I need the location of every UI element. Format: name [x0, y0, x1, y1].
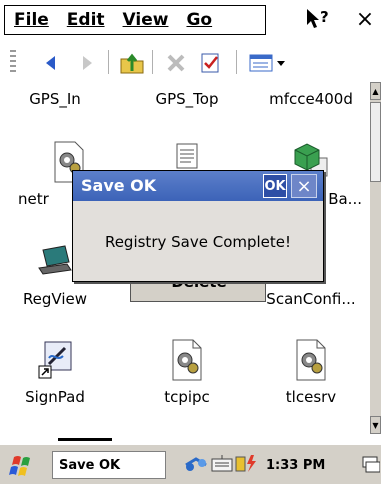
system-tray: 1:33 PM — [184, 451, 360, 479]
signpad-shortcut-icon — [35, 338, 75, 382]
battery-icon[interactable] — [234, 453, 258, 477]
file-name: mfcce400d — [269, 90, 353, 108]
back-icon[interactable] — [38, 49, 66, 77]
desktop-windows-icon[interactable] — [362, 453, 381, 477]
menu-file[interactable]: File — [5, 10, 58, 30]
dialog-title-bar[interactable]: Save OK OK × — [73, 171, 323, 201]
delete-button-label: Delete — [171, 282, 227, 291]
menu-view[interactable]: View — [114, 10, 178, 30]
divider-line — [58, 438, 112, 441]
scrollbar-thumb[interactable] — [370, 102, 381, 182]
close-button[interactable]: × — [350, 4, 380, 34]
help-pointer-icon[interactable]: ? — [300, 4, 336, 34]
file-item[interactable]: GPS_In — [0, 90, 110, 108]
dialog-close-button[interactable]: × — [291, 174, 317, 198]
dialog-title: Save OK — [81, 176, 157, 195]
scroll-down-arrow-icon[interactable]: ▼ — [370, 416, 381, 434]
up-folder-icon[interactable] — [118, 49, 146, 77]
connection-icon[interactable] — [184, 453, 210, 477]
toolbar-grip[interactable] — [10, 50, 16, 74]
file-name: ScanConfi... — [266, 290, 356, 308]
file-item[interactable]: GPS_Top — [132, 90, 242, 108]
menu-edit[interactable]: Edit — [58, 10, 114, 30]
menu-go[interactable]: Go — [177, 10, 221, 30]
scroll-up-arrow-icon[interactable]: ▲ — [370, 82, 381, 100]
file-item[interactable]: tlcesrv — [256, 338, 366, 406]
delete-button-partial[interactable]: Delete — [130, 282, 266, 302]
toolbar-separator — [152, 50, 153, 74]
file-name: tlcesrv — [285, 388, 337, 406]
keyboard-icon[interactable] — [210, 453, 234, 477]
file-item[interactable]: SignPad — [0, 338, 110, 406]
dialog-ok-button[interactable]: OK — [263, 174, 287, 198]
toolbar-separator — [236, 50, 237, 74]
file-name: RegView — [22, 290, 88, 308]
toolbar — [0, 42, 381, 82]
file-name: SignPad — [25, 388, 85, 406]
file-name: GPS_Top — [155, 90, 219, 108]
regview-laptop-icon — [35, 240, 75, 284]
delete-icon[interactable] — [162, 49, 190, 77]
properties-icon[interactable] — [196, 49, 224, 77]
dialog-message: Registry Save Complete! — [104, 233, 292, 251]
menu-group: File Edit View Go — [4, 5, 266, 35]
file-item[interactable]: mfcce400d — [256, 90, 366, 108]
forward-icon[interactable] — [72, 49, 100, 77]
views-icon[interactable] — [246, 49, 290, 77]
dll-gear-icon — [167, 338, 207, 382]
taskbar-task-save-ok[interactable]: Save OK — [52, 451, 166, 479]
taskbar: Save OK 1:33 PM — [0, 444, 381, 484]
save-ok-dialog: Save OK OK × Registry Save Complete! — [72, 170, 324, 282]
toolbar-separator — [108, 50, 109, 74]
svg-text:?: ? — [320, 8, 329, 26]
clock[interactable]: 1:33 PM — [266, 458, 325, 473]
file-name: tcpipc — [164, 388, 210, 406]
file-name: GPS_In — [29, 90, 81, 108]
dll-gear-icon — [291, 338, 331, 382]
file-item[interactable]: tcpipc — [132, 338, 242, 406]
vertical-scrollbar[interactable]: ▲ ▼ — [370, 82, 381, 434]
start-windows-flag-icon[interactable] — [8, 453, 38, 479]
menu-bar: File Edit View Go ? × — [0, 0, 381, 38]
